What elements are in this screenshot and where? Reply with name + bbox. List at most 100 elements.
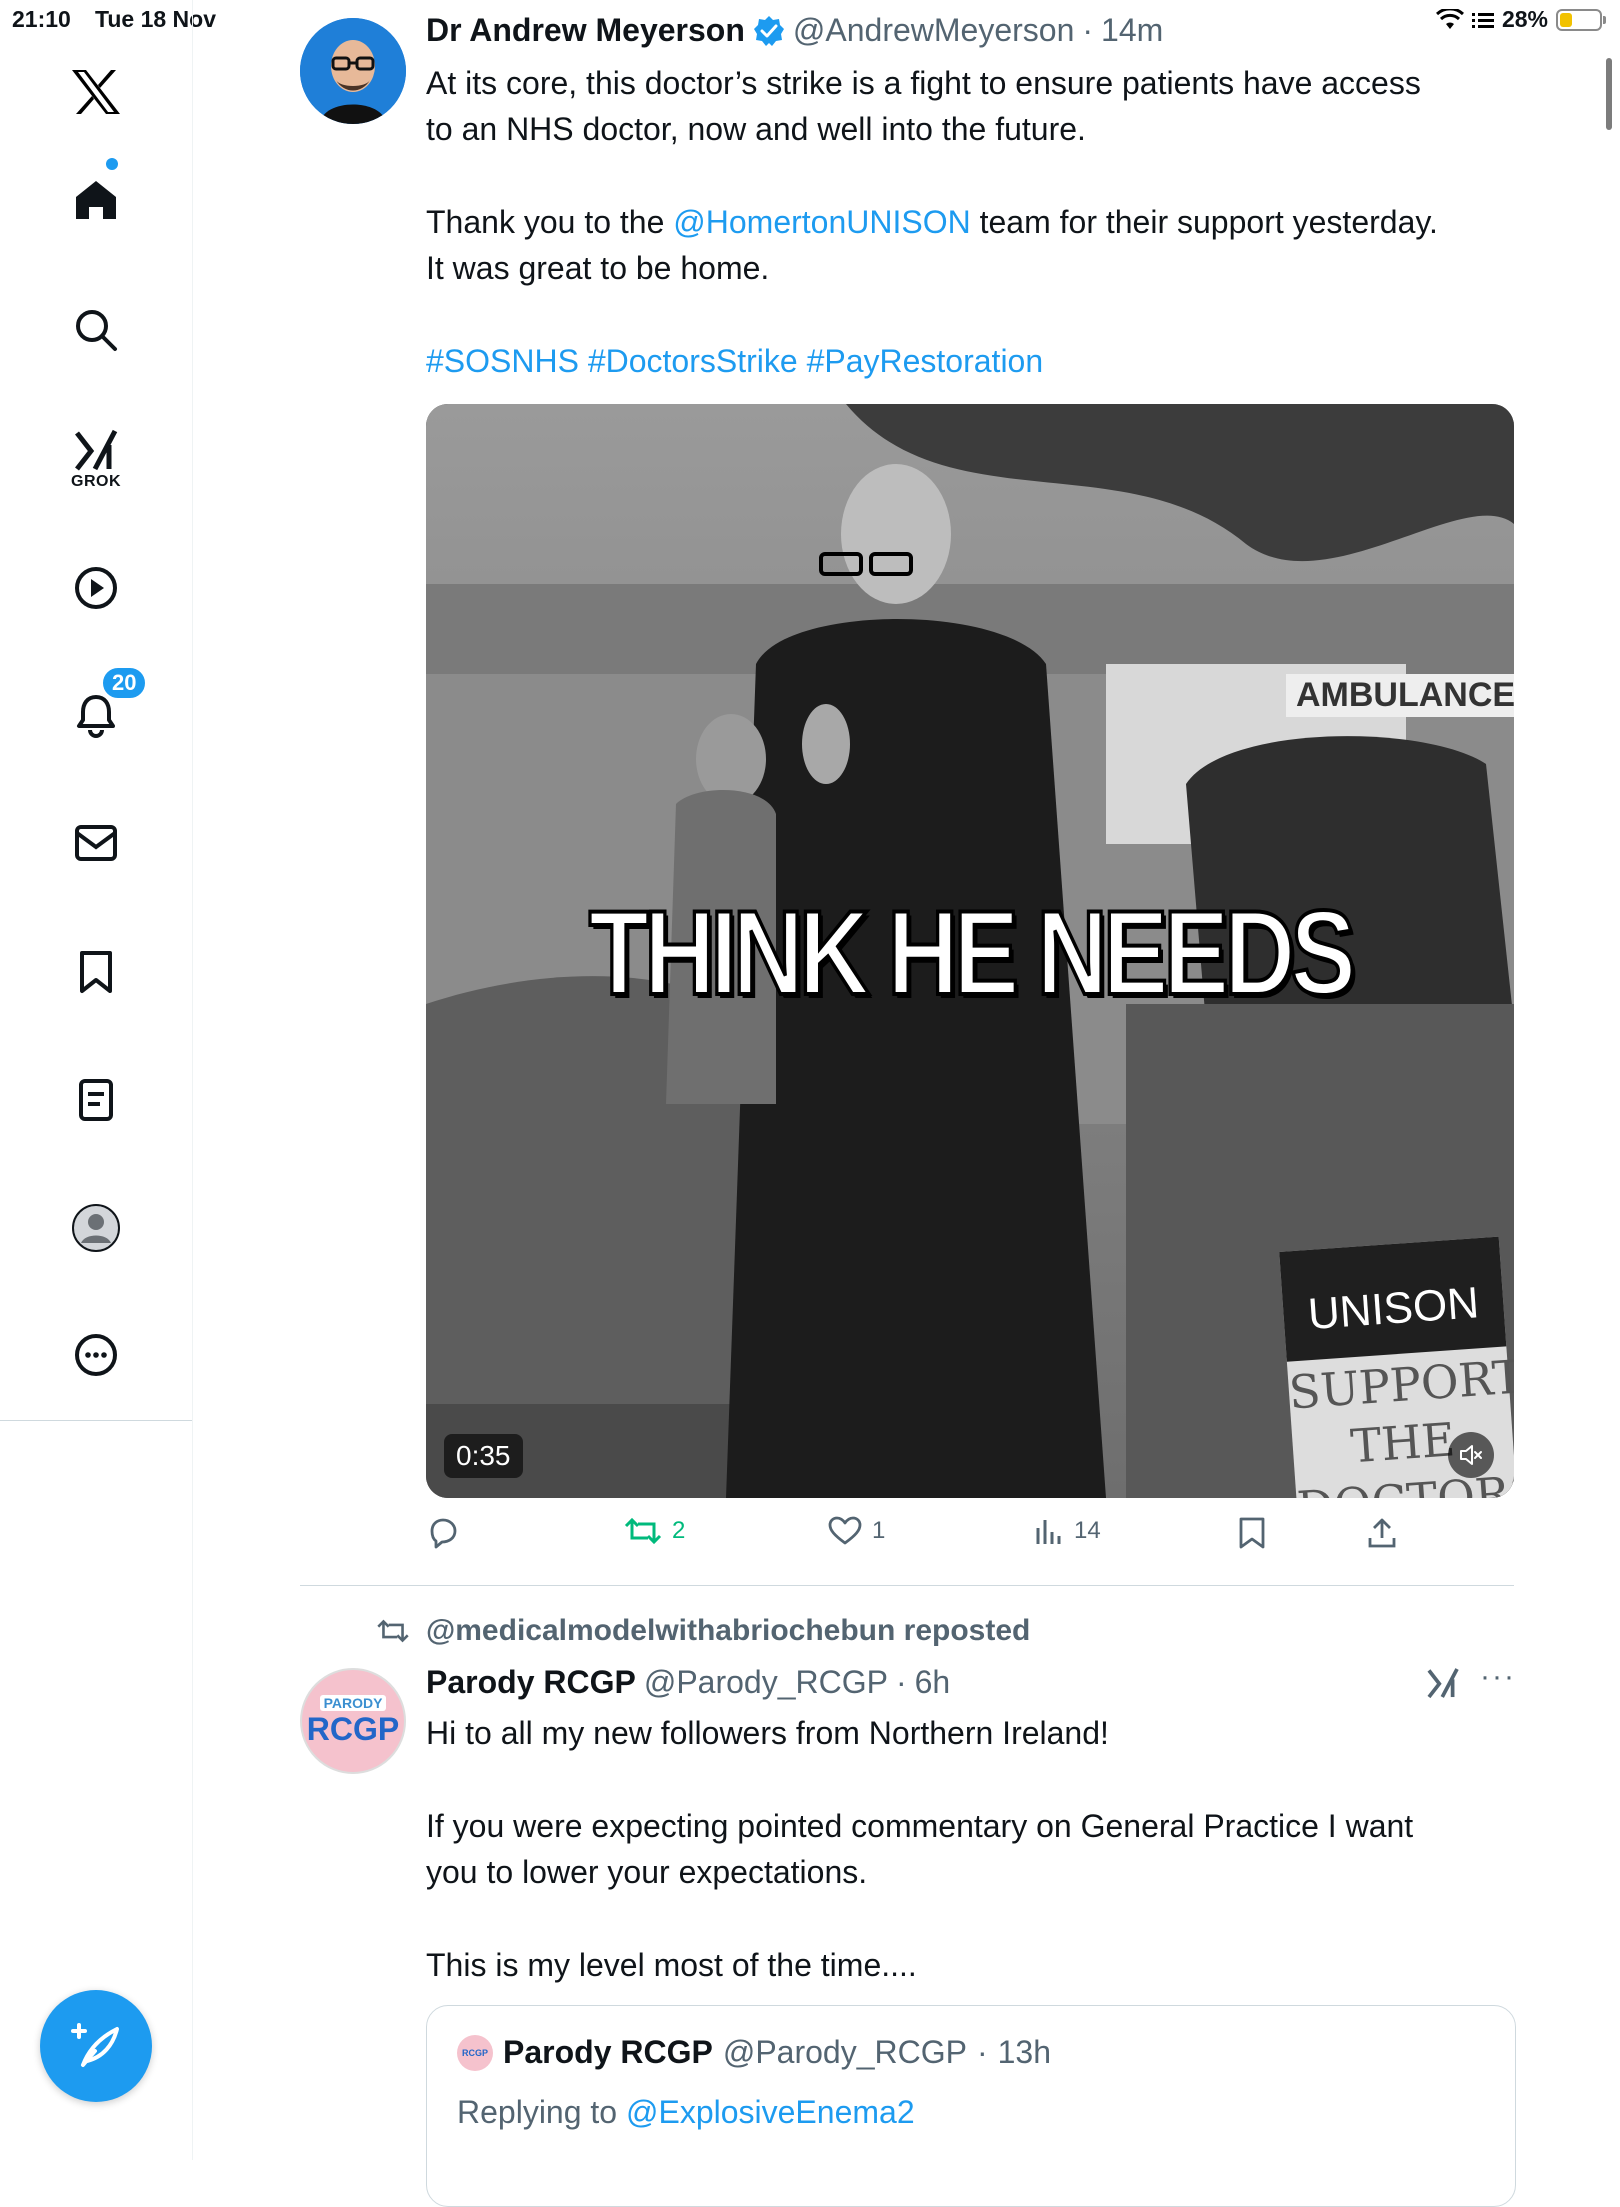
tweet1-text-line: Thank you to the @HomertonUNISON team fo… bbox=[426, 199, 1536, 245]
author-avatar[interactable] bbox=[300, 18, 406, 124]
sidebar-item-profile[interactable] bbox=[56, 1188, 136, 1268]
play-circle-icon bbox=[75, 567, 117, 609]
grok-icon bbox=[1427, 1668, 1459, 1699]
feather-plus-icon bbox=[71, 2023, 119, 2067]
header-separator: · bbox=[976, 2034, 988, 2070]
more-options-button[interactable]: ··· bbox=[1480, 1660, 1516, 1694]
tweet1-header: Dr Andrew Meyerson @AndrewMeyerson · 14m bbox=[426, 12, 1163, 49]
avatar-big-text: RCGP bbox=[306, 1710, 400, 1747]
quote-author-handle[interactable]: @Parody_RCGP bbox=[723, 2034, 967, 2071]
scrollbar[interactable] bbox=[1606, 58, 1612, 130]
home-icon bbox=[76, 181, 116, 219]
sidebar-item-more[interactable] bbox=[56, 1315, 136, 1395]
repost-count: 2 bbox=[672, 1517, 686, 1544]
wifi-icon bbox=[1435, 8, 1464, 29]
avatar-small-text: PARODY bbox=[319, 1694, 387, 1711]
video-caption: THINK HE NEEDS bbox=[587, 884, 1357, 1022]
views-count: 14 bbox=[1074, 1517, 1101, 1544]
hashtags-link[interactable]: #SOSNHS #DoctorsStrike #PayRestoration bbox=[426, 338, 1536, 384]
verified-badge-icon bbox=[753, 15, 784, 46]
search-icon bbox=[76, 310, 117, 351]
tweet2-header: Parody RCGP @Parody_RCGP · 6h bbox=[426, 1664, 950, 1701]
sidebar-item-video[interactable] bbox=[56, 548, 136, 628]
grok-label: GROK bbox=[71, 473, 121, 490]
sidebar-item-bookmarks[interactable] bbox=[56, 932, 136, 1012]
repost-icon bbox=[377, 1619, 409, 1643]
notification-badge: 20 bbox=[100, 665, 149, 701]
repost-indicator[interactable]: @medicalmodelwithabriochebun reposted bbox=[376, 1614, 1030, 1648]
reply-icon bbox=[430, 1518, 457, 1549]
video-duration: 0:35 bbox=[444, 1434, 523, 1478]
sidebar-item-messages[interactable] bbox=[56, 803, 136, 883]
quote-author-name[interactable]: Parody RCGP bbox=[503, 2034, 713, 2071]
sidebar-item-home[interactable] bbox=[56, 158, 136, 240]
tweet2-text-line: you to lower your expectations. bbox=[426, 1854, 868, 1890]
battery-percent: 28% bbox=[1501, 6, 1548, 32]
battery-icon bbox=[1556, 8, 1606, 31]
author-name[interactable]: Dr Andrew Meyerson bbox=[426, 12, 745, 49]
tweet1-text-line: It was great to be home. bbox=[426, 250, 770, 286]
ambulance-text: AMBULANCE bbox=[1286, 674, 1514, 717]
like-button[interactable]: 1 bbox=[828, 1516, 885, 1546]
unison-sign-title: UNISON bbox=[1279, 1236, 1507, 1362]
sidebar: GROK 20 bbox=[0, 0, 193, 2160]
x-logo-icon[interactable] bbox=[56, 52, 136, 132]
tweet1-text-line: At its core, this doctor’s strike is a f… bbox=[426, 65, 1421, 101]
author-handle[interactable]: @Parody_RCGP bbox=[644, 1664, 888, 1701]
quote-avatar[interactable]: RCGP bbox=[457, 2034, 493, 2071]
author-name[interactable]: Parody RCGP bbox=[426, 1664, 636, 1701]
tweet1-time[interactable]: 14m bbox=[1101, 12, 1163, 49]
sidebar-item-notifications[interactable]: 20 bbox=[56, 665, 149, 755]
compose-button[interactable] bbox=[40, 1990, 152, 2102]
bookmark-icon bbox=[80, 951, 112, 993]
tweet2-text-line: Hi to all my new followers from Northern… bbox=[426, 1715, 1109, 1751]
grok-explain-button[interactable] bbox=[1426, 1666, 1460, 1705]
more-circle-icon bbox=[75, 1334, 117, 1376]
quoted-tweet[interactable]: RCGP Parody RCGP @Parody_RCGP · 13h Repl… bbox=[426, 2005, 1516, 2207]
views-button[interactable]: 14 bbox=[1034, 1516, 1101, 1546]
text-segment: Thank you to the bbox=[426, 204, 674, 240]
heart-icon bbox=[828, 1516, 862, 1545]
home-unread-dot bbox=[106, 158, 118, 170]
bookmark-icon bbox=[1239, 1517, 1265, 1549]
views-chart-icon bbox=[1036, 1520, 1061, 1544]
tweet2-time[interactable]: 6h bbox=[915, 1664, 951, 1701]
grok-icon bbox=[75, 429, 118, 471]
repost-icon bbox=[624, 1517, 662, 1545]
like-count: 1 bbox=[872, 1517, 886, 1544]
profile-avatar-icon bbox=[72, 1204, 120, 1252]
avatar-portrait-icon bbox=[300, 18, 406, 124]
repost-label: @medicalmodelwithabriochebun reposted bbox=[426, 1614, 1031, 1647]
repost-button[interactable]: 2 bbox=[624, 1516, 685, 1546]
sidebar-item-lists[interactable] bbox=[56, 1060, 136, 1140]
video-player[interactable]: AMBULANCE UNISON SUPPORT THE DOCTORS THI… bbox=[426, 404, 1514, 1498]
mute-button[interactable] bbox=[1448, 1432, 1494, 1478]
replying-to: Replying to @ExplosiveEnema2 bbox=[457, 2094, 915, 2131]
sidebar-item-search[interactable] bbox=[56, 290, 136, 370]
replying-label: Replying to bbox=[457, 2094, 626, 2130]
mention-link[interactable]: @ExplosiveEnema2 bbox=[626, 2094, 915, 2130]
mail-icon bbox=[75, 825, 117, 861]
header-separator: · bbox=[895, 1664, 907, 1700]
speaker-muted-icon bbox=[1460, 1445, 1482, 1465]
status-right: 28% bbox=[1435, 6, 1606, 33]
text-segment: team for their support yesterday. bbox=[970, 204, 1438, 240]
share-button[interactable] bbox=[1366, 1516, 1398, 1550]
mention-link[interactable]: @HomertonUNISON bbox=[673, 204, 970, 240]
author-handle[interactable]: @AndrewMeyerson bbox=[793, 12, 1074, 49]
sidebar-item-grok[interactable]: GROK bbox=[56, 420, 136, 500]
share-icon bbox=[1368, 1518, 1396, 1548]
tweet1-actions: 2 1 14 bbox=[426, 1516, 1426, 1562]
list-icon bbox=[1471, 12, 1494, 28]
sidebar-divider bbox=[0, 1420, 192, 1421]
tweet1-text-line: to an NHS doctor, now and well into the … bbox=[426, 111, 1086, 147]
tweet-divider bbox=[300, 1585, 1514, 1586]
bookmark-button[interactable] bbox=[1238, 1516, 1266, 1550]
tweet2-text-line: If you were expecting pointed commentary… bbox=[426, 1808, 1414, 1844]
reply-button[interactable] bbox=[426, 1516, 470, 1550]
tweet2-text-line: This is my level most of the time.... bbox=[426, 1947, 917, 1983]
list-doc-icon bbox=[79, 1079, 113, 1121]
author-avatar[interactable]: PARODY RCGP bbox=[300, 1668, 406, 1774]
header-separator: · bbox=[1082, 12, 1094, 48]
quote-time[interactable]: 13h bbox=[998, 2034, 1051, 2071]
